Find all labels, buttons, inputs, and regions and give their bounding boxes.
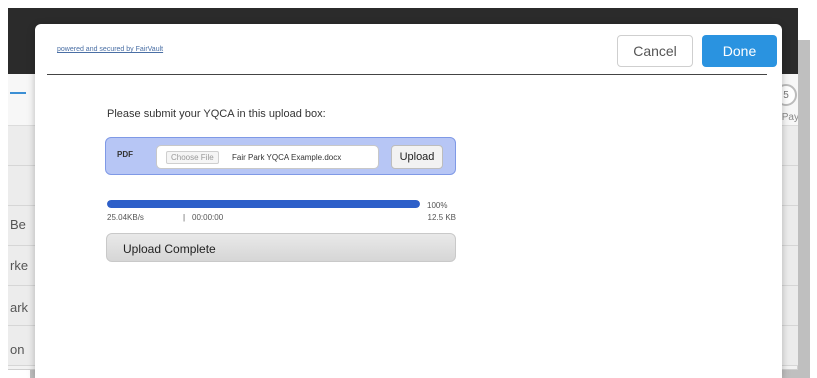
cancel-button[interactable]: Cancel: [617, 35, 693, 67]
progress-bar: [107, 200, 420, 208]
progress-fill: [107, 200, 420, 208]
background-tab-underline: [10, 92, 26, 94]
upload-status-text: Upload Complete: [123, 242, 216, 256]
background-row-text: on: [10, 342, 25, 357]
shadow: [798, 40, 810, 370]
selected-file-name: Fair Park YQCA Example.docx: [232, 153, 342, 162]
background-row-text: Be: [10, 217, 26, 232]
modal-header: powered and secured by FairVault Cancel …: [47, 24, 777, 75]
file-size: 12.5 KB: [427, 213, 456, 222]
file-input[interactable]: Choose File Fair Park YQCA Example.docx: [156, 145, 379, 169]
upload-instruction: Please submit your YQCA in this upload b…: [107, 108, 326, 120]
stats-divider: |: [183, 213, 186, 222]
upload-box: PDF Choose File Fair Park YQCA Example.d…: [105, 137, 456, 175]
upload-speed: 25.04KB/s: [107, 213, 144, 222]
file-type-label: PDF: [117, 150, 133, 159]
progress-percent: 100%: [427, 201, 448, 210]
choose-file-button[interactable]: Choose File: [166, 151, 219, 164]
powered-by-link[interactable]: powered and secured by FairVault: [57, 46, 163, 53]
upload-button[interactable]: Upload: [391, 145, 443, 169]
done-button[interactable]: Done: [702, 35, 777, 67]
elapsed-time: 00:00:00: [192, 213, 224, 222]
background-row-text: rke: [10, 258, 29, 273]
background-row-text: ark: [10, 300, 29, 315]
upload-modal: powered and secured by FairVault Cancel …: [35, 24, 782, 378]
background-step-label: Pay: [781, 112, 799, 123]
upload-status-bar: Upload Complete: [106, 233, 456, 262]
